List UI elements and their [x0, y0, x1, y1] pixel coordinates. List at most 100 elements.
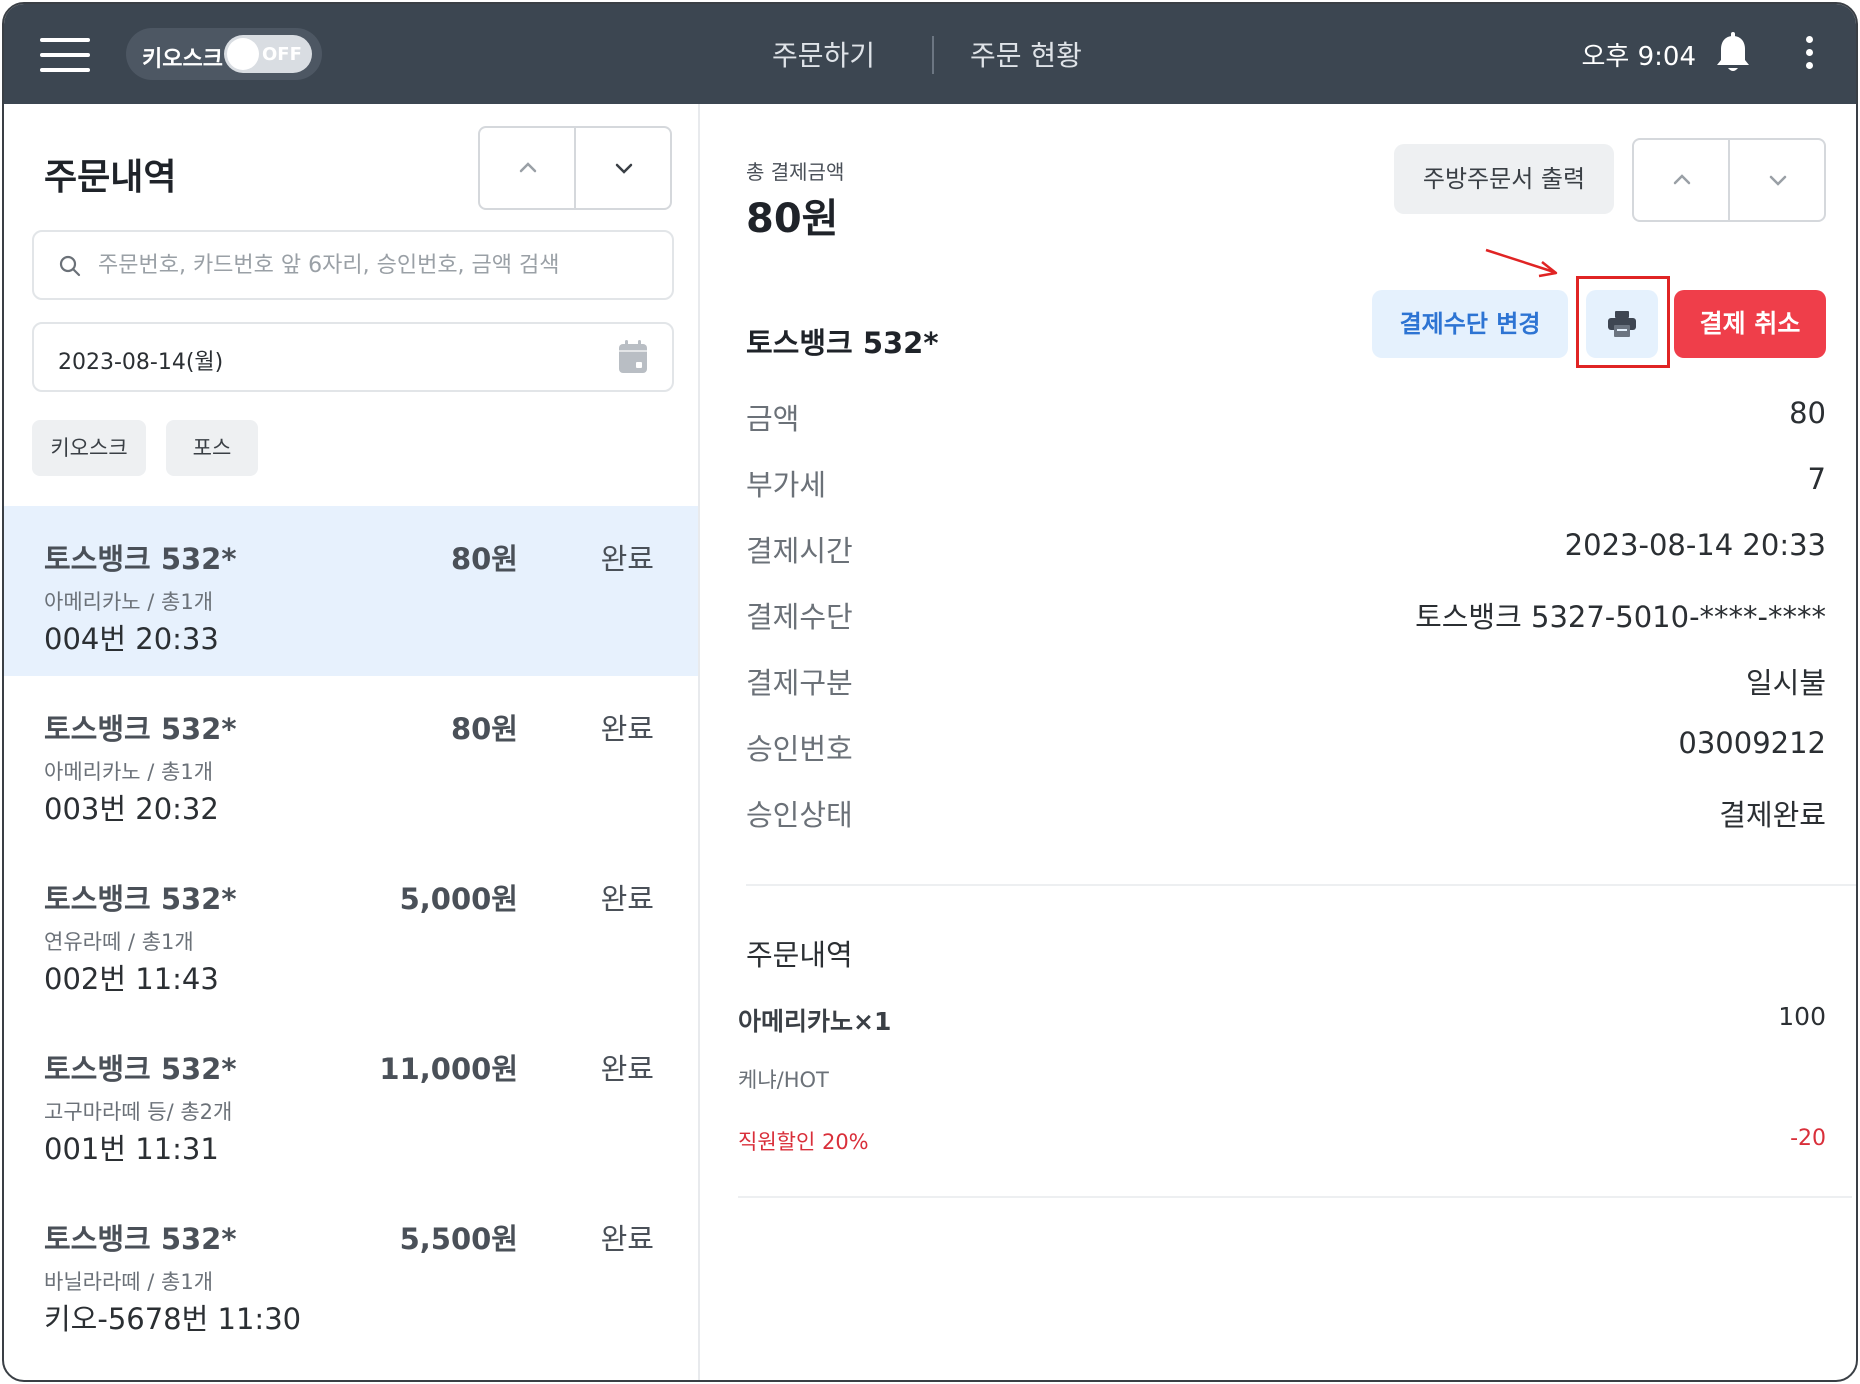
- toggle-knob: [227, 38, 259, 70]
- order-number-time: 004번 20:33: [44, 622, 219, 656]
- detail-row-payment-time: 결제시간 2023-08-14 20:33: [746, 528, 1826, 568]
- detail-label: 승인상태: [746, 798, 853, 832]
- chevron-up-icon: [519, 162, 537, 173]
- bell-icon[interactable]: [1714, 32, 1752, 76]
- detail-value: 80: [1789, 396, 1826, 430]
- order-amount: 5,500원: [399, 1222, 518, 1256]
- order-card-name: 토스뱅크 532*: [44, 712, 237, 746]
- detail-value: 일시불: [1745, 666, 1826, 700]
- detail-nav-buttons: [1632, 138, 1826, 222]
- order-items-summary: 아메리카노 / 총1개: [44, 760, 214, 784]
- detail-label: 부가세: [746, 468, 827, 502]
- order-items-summary: 아메리카노 / 총1개: [44, 590, 214, 614]
- order-items-title: 주문내역: [746, 938, 853, 972]
- order-detail-panel: 총 결제금액 80원 주방주문서 출력 토스뱅크 532* 결제수단 변경 결제…: [702, 104, 1856, 1380]
- kitchen-order-print-button[interactable]: 주방주문서 출력: [1394, 144, 1614, 214]
- scroll-down-button[interactable]: [576, 128, 672, 208]
- chevron-down-icon: [615, 163, 633, 174]
- search-input[interactable]: [98, 242, 658, 288]
- date-value: 2023-08-14(월): [58, 350, 224, 375]
- kiosk-label: 키오스크: [142, 47, 223, 72]
- order-card-name: 토스뱅크 532*: [44, 882, 237, 916]
- section-divider: [746, 884, 1856, 886]
- order-status: 완료: [600, 712, 654, 746]
- order-status: 완료: [600, 542, 654, 576]
- detail-label: 결제시간: [746, 534, 853, 568]
- detail-label: 결제구분: [746, 666, 853, 700]
- printer-icon: [1608, 311, 1636, 337]
- kiosk-toggle[interactable]: OFF: [224, 35, 312, 73]
- order-amount: 80원: [450, 542, 518, 576]
- detail-label: 승인번호: [746, 732, 853, 766]
- section-divider: [738, 1196, 1852, 1198]
- order-list-item[interactable]: 토스뱅크 532* 11,000원 완료 고구마라떼 등/ 총2개 001번 1…: [4, 1016, 698, 1186]
- order-number-time: 003번 20:32: [44, 792, 219, 826]
- order-list-item[interactable]: 토스뱅크 532* 80원 완료 아메리카노 / 총1개 003번 20:32: [4, 676, 698, 846]
- filter-chip-pos[interactable]: 포스: [166, 420, 258, 476]
- detail-label: 금액: [746, 402, 800, 436]
- total-amount-label: 총 결제금액: [746, 160, 845, 184]
- detail-row-vat: 부가세 7: [746, 462, 1826, 502]
- top-bar: 키오스크 OFF 주문하기 주문 현황 오후 9:04: [4, 4, 1856, 104]
- tab-order-status[interactable]: 주문 현황: [970, 34, 1082, 74]
- nav-divider: [932, 36, 934, 74]
- order-items-summary: 고구마라떼 등/ 총2개: [44, 1100, 233, 1124]
- prev-order-button[interactable]: [1634, 140, 1730, 220]
- detail-row-payment-method: 결제수단 토스뱅크 5327-5010-****-****: [746, 594, 1826, 634]
- order-amount: 80원: [450, 712, 518, 746]
- kiosk-mode-switch[interactable]: 키오스크 OFF: [126, 28, 322, 80]
- detail-value: 2023-08-14 20:33: [1564, 528, 1826, 562]
- detail-value: 토스뱅크 5327-5010-****-****: [1415, 600, 1826, 634]
- scroll-up-button[interactable]: [480, 128, 576, 208]
- receipt-print-button[interactable]: [1586, 290, 1658, 358]
- detail-row-payment-type: 결제구분 일시불: [746, 660, 1826, 700]
- detail-value: 결제완료: [1719, 798, 1826, 832]
- order-list-item[interactable]: 토스뱅크 532* 5,500원 완료 바닐라라떼 / 총1개 키오-5678번…: [4, 1186, 698, 1356]
- date-picker[interactable]: 2023-08-14(월): [32, 322, 674, 392]
- order-number-time: 002번 11:43: [44, 962, 219, 996]
- clock: 오후 9:04: [1581, 42, 1697, 72]
- discount-label: 직원할인 20%: [738, 1130, 869, 1154]
- order-amount: 11,000원: [379, 1052, 518, 1086]
- cancel-payment-button[interactable]: 결제 취소: [1674, 290, 1826, 358]
- annotation-arrow-icon: [1485, 248, 1558, 278]
- menu-icon[interactable]: [40, 38, 90, 72]
- order-items-summary: 바닐라라떼 / 총1개: [44, 1270, 214, 1294]
- order-items-summary: 연유라떼 / 총1개: [44, 930, 194, 954]
- menu-item-price: 100: [1778, 1002, 1826, 1031]
- menu-item-name: 아메리카노×1: [738, 1007, 892, 1036]
- order-list-item[interactable]: 토스뱅크 532* 5,000원 완료 연유라떼 / 총1개 002번 11:4…: [4, 846, 698, 1016]
- order-number-time: 001번 11:31: [44, 1132, 219, 1166]
- detail-row-approval-status: 승인상태 결제완료: [746, 792, 1826, 832]
- toggle-state: OFF: [262, 44, 302, 65]
- search-field[interactable]: [32, 230, 674, 300]
- search-icon: [59, 255, 81, 277]
- app-window: 키오스크 OFF 주문하기 주문 현황 오후 9:04 주문내역 주문번호, 카…: [2, 2, 1858, 1382]
- menu-item-option: 케냐/HOT: [738, 1068, 829, 1092]
- order-list-item[interactable]: 토스뱅크 532* 80원 완료 아메리카노 / 총1개 004번 20:33: [4, 506, 698, 676]
- order-number-time: 키오-5678번 11:30: [44, 1302, 302, 1336]
- change-payment-method-button[interactable]: 결제수단 변경: [1372, 290, 1568, 358]
- tab-order[interactable]: 주문하기: [772, 34, 875, 74]
- detail-label: 결제수단: [746, 600, 853, 634]
- more-vertical-icon[interactable]: [1806, 36, 1816, 72]
- calendar-icon[interactable]: [618, 340, 648, 374]
- payment-card-name: 토스뱅크 532*: [746, 326, 939, 360]
- order-status: 완료: [600, 882, 654, 916]
- order-card-name: 토스뱅크 532*: [44, 1052, 237, 1086]
- chevron-up-icon: [1673, 174, 1691, 185]
- order-card-name: 토스뱅크 532*: [44, 542, 237, 576]
- filter-chip-kiosk[interactable]: 키오스크: [32, 420, 146, 476]
- chevron-down-icon: [1769, 175, 1787, 186]
- detail-value: 03009212: [1678, 726, 1826, 760]
- total-amount-value: 80원: [746, 196, 839, 242]
- order-list-panel: 주문내역 2023-08-14(월): [4, 104, 700, 1380]
- order-status: 완료: [600, 1052, 654, 1086]
- list-nav-buttons: [478, 126, 672, 210]
- next-order-button[interactable]: [1730, 140, 1826, 220]
- detail-row-approval-number: 승인번호 03009212: [746, 726, 1826, 766]
- detail-value: 7: [1807, 462, 1826, 496]
- discount-value: -20: [1790, 1126, 1826, 1151]
- page-title: 주문내역: [44, 157, 177, 198]
- detail-row-amount: 금액 80: [746, 396, 1826, 436]
